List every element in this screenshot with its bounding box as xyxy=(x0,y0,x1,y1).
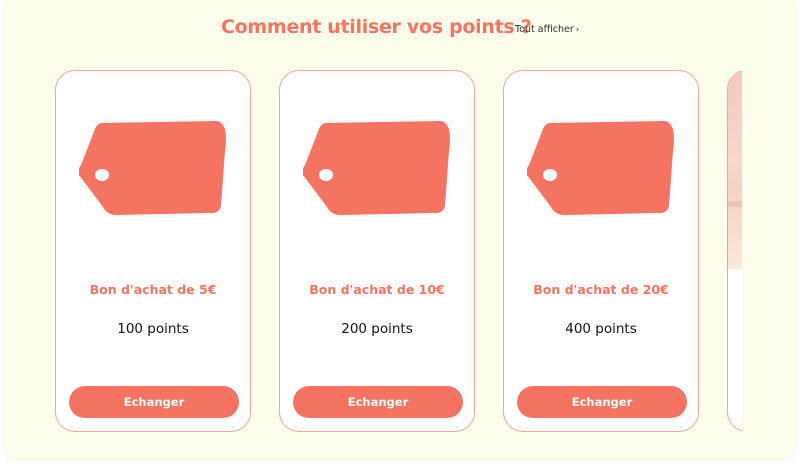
chevron-right-icon: › xyxy=(575,25,580,35)
card-title: Bon d'achat de 10€ xyxy=(309,282,445,297)
price-tag-icon xyxy=(303,121,450,215)
card-title: Bon d'achat de 5€ xyxy=(89,282,217,297)
price-tag-icon xyxy=(527,121,674,215)
section-header: Comment utiliser vos points ? Tout affic… xyxy=(4,16,796,46)
reward-card: Bon d'achat de 5€ 100 points Echanger xyxy=(55,70,251,432)
see-all-link[interactable]: Tout afficher › xyxy=(515,24,579,35)
exchange-button[interactable]: Echanger xyxy=(69,386,239,418)
price-tag-icon xyxy=(79,121,226,215)
carousel-edge xyxy=(742,60,796,450)
rewards-section: Comment utiliser vos points ? Tout affic… xyxy=(4,0,796,458)
reward-card: Bon d'achat de 10€ 200 points Echanger xyxy=(279,70,475,432)
section-title: Comment utiliser vos points ? xyxy=(221,16,532,38)
card-title: Bon d'achat de 20€ xyxy=(533,282,669,297)
exchange-button[interactable]: Echanger xyxy=(293,386,463,418)
card-points: 200 points xyxy=(341,321,413,337)
card-points: 400 points xyxy=(565,321,637,337)
reward-card: Bon d'achat de 20€ 400 points Echanger xyxy=(503,70,699,432)
card-points: 100 points xyxy=(117,321,189,337)
exchange-button[interactable]: Echanger xyxy=(517,386,687,418)
see-all-label: Tout afficher xyxy=(515,24,574,35)
